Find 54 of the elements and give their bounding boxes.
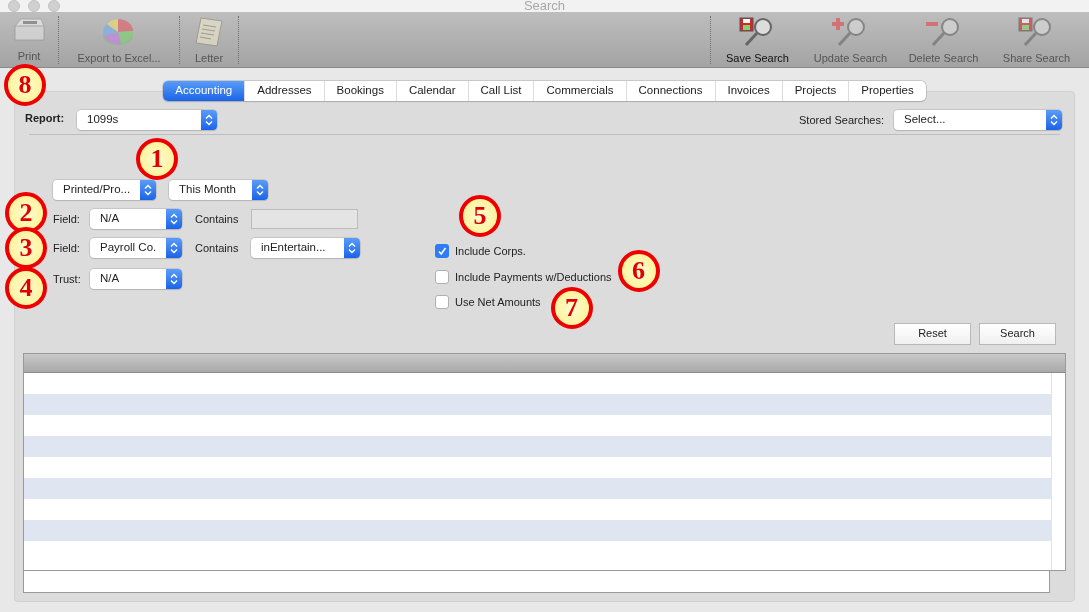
- dropdown[interactable]: N/A: [90, 269, 182, 289]
- checkbox[interactable]: [435, 244, 449, 259]
- tab[interactable]: Accounting: [163, 81, 245, 101]
- document-icon: [194, 16, 224, 48]
- contains-label: Contains: [195, 240, 240, 256]
- stepper-icon: [144, 184, 152, 196]
- push-button[interactable]: Reset: [894, 322, 971, 345]
- minimize-button[interactable]: [28, 0, 40, 12]
- dropdown[interactable]: Select...: [894, 110, 1062, 130]
- tab[interactable]: Commercials: [533, 81, 626, 101]
- number-callout: 6: [617, 249, 660, 292]
- contains-label: Contains: [195, 211, 240, 227]
- number-callout: 3: [5, 227, 47, 269]
- number-callout: 4: [5, 267, 47, 309]
- stepper-icon: [256, 184, 264, 196]
- dropdown[interactable]: This Month: [169, 180, 268, 200]
- dropdown[interactable]: inEntertain...: [251, 238, 360, 258]
- stepper-icon: [170, 273, 178, 285]
- check-icon: [437, 246, 447, 257]
- checkbox-label: Include Corps.: [455, 244, 526, 259]
- toolbar-button[interactable]: Save Search: [726, 12, 789, 67]
- tab[interactable]: Addresses: [244, 81, 324, 101]
- zoom-button[interactable]: [48, 0, 60, 12]
- checkbox[interactable]: [435, 295, 449, 310]
- tab[interactable]: Call List: [467, 81, 534, 101]
- window-title: Search: [523, 0, 566, 16]
- number-callout: 5: [459, 195, 501, 237]
- dropdown[interactable]: N/A: [90, 209, 182, 229]
- dropdown[interactable]: 1099s: [77, 110, 217, 130]
- dropdown[interactable]: Payroll Co.: [90, 238, 182, 258]
- report-label: Report:: [25, 111, 66, 126]
- checkbox[interactable]: [435, 269, 449, 284]
- tab[interactable]: Bookings: [323, 81, 396, 101]
- stepper-icon: [170, 242, 178, 254]
- tab[interactable]: Calendar: [395, 81, 468, 101]
- checkbox-label: Include Payments w/Deductions: [455, 269, 612, 285]
- stepper-icon: [1050, 114, 1058, 126]
- trust-label: Trust:: [53, 271, 82, 287]
- tab[interactable]: Projects: [781, 81, 849, 101]
- field-label: Field:: [53, 211, 81, 227]
- checkbox-label: Use Net Amounts: [455, 295, 541, 310]
- number-callout: 8: [4, 64, 46, 106]
- stepper-icon: [348, 242, 356, 254]
- tab[interactable]: Invoices: [714, 81, 782, 101]
- close-button[interactable]: [8, 0, 20, 12]
- number-callout: 7: [550, 287, 593, 329]
- stored-searches-label: Stored Searches:: [799, 112, 884, 128]
- number-callout: 1: [136, 138, 178, 180]
- dropdown[interactable]: Printed/Pro...: [53, 180, 156, 200]
- push-button[interactable]: Search: [979, 322, 1056, 345]
- tab[interactable]: Connections: [625, 81, 715, 101]
- field-label: Field:: [53, 240, 81, 256]
- stepper-icon: [170, 213, 178, 225]
- stepper-icon: [205, 114, 213, 126]
